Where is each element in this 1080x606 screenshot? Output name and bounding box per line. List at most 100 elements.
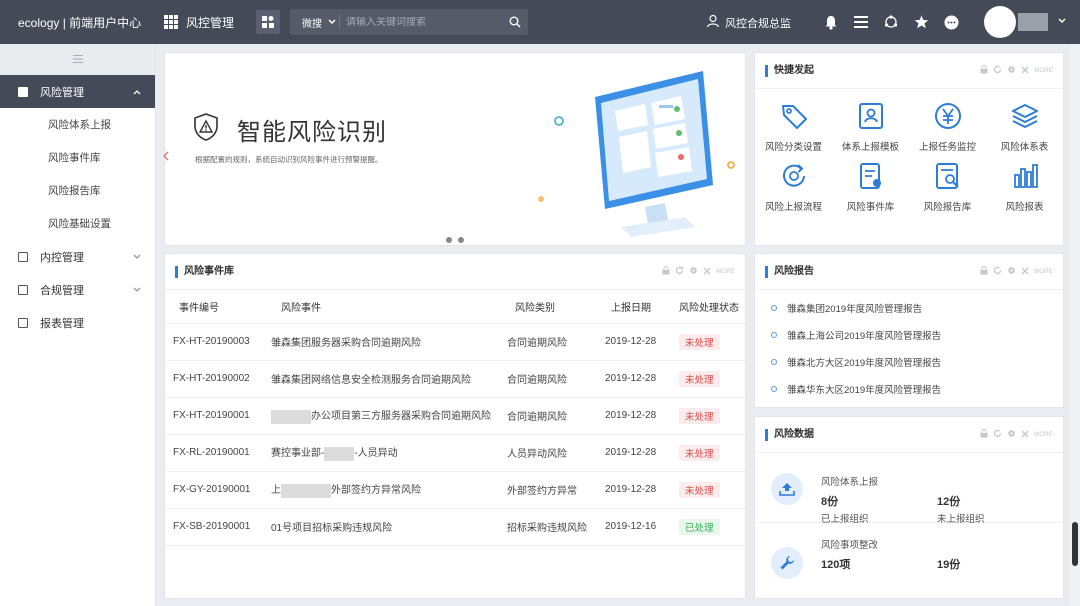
list-item[interactable]: 雏森华东大区2019年度风险管理报告 (755, 375, 1063, 402)
search-type-select[interactable]: 微搜 (290, 15, 340, 30)
table-row[interactable]: FX-GY-20190001 上 外部签约方异常风险 外部签约方异常 2019-1… (165, 471, 745, 509)
risk-data-value: 120项 (821, 559, 851, 571)
gear-icon[interactable] (1007, 266, 1016, 277)
event-category: 合同逾期风险 (507, 360, 605, 398)
sidebar-subitem-risk-system-report[interactable]: 风险体系上报 (0, 108, 155, 141)
module-switcher[interactable]: 风控管理 (156, 14, 256, 31)
carousel-dot[interactable] (446, 237, 452, 243)
refresh-icon[interactable] (993, 429, 1002, 440)
close-icon[interactable] (1021, 267, 1029, 277)
avatar[interactable] (984, 6, 1016, 38)
event-name-cell[interactable]: 赛控事业部- -人员异动 (271, 434, 507, 472)
event-name[interactable]: 01号项目招标采购违规风险 (271, 508, 507, 546)
sidebar-subitem-risk-report-library[interactable]: 风险报告库 (0, 174, 155, 207)
search-icon[interactable] (502, 16, 528, 28)
column-header-status[interactable]: 风险处理状态 (679, 290, 745, 324)
list-icon[interactable] (852, 13, 870, 31)
more-link[interactable]: MORE (1034, 269, 1053, 275)
table-row[interactable]: FX-SB-20190001 01号项目招标采购违规风险 招标采购违规风险 20… (165, 508, 745, 546)
event-category: 外部签约方异常 (507, 471, 605, 509)
column-header-date[interactable]: 上报日期 (605, 290, 679, 324)
bullet-icon (771, 358, 777, 365)
sidebar-item-compliance[interactable]: 合规管理 (0, 273, 155, 306)
quick-item[interactable]: 风险分类设置 (755, 99, 832, 153)
lock-icon[interactable] (662, 266, 670, 277)
quick-launch-grid: 风险分类设置 体系上报模板 上报任务监控 风险体系表 风险上报流程 风险事件库 … (755, 89, 1063, 213)
sidebar-subitem-risk-basic-settings[interactable]: 风险基础设置 (0, 207, 155, 240)
share-icon[interactable] (882, 13, 900, 31)
panel-title: 快捷发起 (765, 64, 814, 77)
gear-icon[interactable] (1007, 429, 1016, 440)
table-row[interactable]: FX-HT-20190003 雏森集团服务器采购合同逾期风险 合同逾期风险 20… (165, 323, 745, 361)
close-icon[interactable] (1021, 66, 1029, 76)
refresh-icon[interactable] (993, 65, 1002, 76)
status-badge: 已处理 (679, 518, 720, 535)
status-badge: 未处理 (679, 481, 720, 498)
column-header-id[interactable]: 事件编号 (165, 290, 271, 324)
sidebar-item-internal-control[interactable]: 内控管理 (0, 240, 155, 273)
table-row[interactable]: FX-RL-20190001 赛控事业部- -人员异动 人员异动风险 2019-1… (165, 434, 745, 472)
sidebar-item-reports[interactable]: 报表管理 (0, 306, 155, 339)
banner-title: 智能风险识别 (237, 119, 387, 146)
carousel-dots[interactable] (446, 237, 464, 243)
scrollbar-thumb[interactable] (1072, 522, 1078, 566)
page-scrollbar[interactable] (1070, 44, 1080, 606)
refresh-icon[interactable] (675, 266, 684, 277)
carousel-dot[interactable] (458, 237, 464, 243)
lock-icon[interactable] (980, 429, 988, 440)
risk-events-panel: 风险事件库 MORE 事件编号 风险事件 风险类别 上报日期 风险处理状态 FX… (164, 253, 746, 599)
list-item[interactable]: 雏森北方大区2019年度风险管理报告 (755, 348, 1063, 375)
status-badge: 未处理 (679, 407, 720, 424)
list-item[interactable]: 雏森集团2019年度风险管理报告 (755, 294, 1063, 321)
more-link[interactable]: MORE (1034, 68, 1053, 74)
more-link[interactable]: MORE (716, 269, 735, 275)
quick-item[interactable]: 风险事件库 (832, 159, 909, 213)
quick-item[interactable]: 风险上报流程 (755, 159, 832, 213)
brand-title[interactable]: ecology | 前端用户中心 (0, 14, 156, 31)
quick-launch-panel: 快捷发起 MORE 风险分类设置 体系上报模板 上报任务监控 风险体系表 风险上 (754, 52, 1064, 246)
table-row[interactable]: FX-HT-20190001 办公项目第三方服务器采购合同逾期风险 合同逾期风险… (165, 397, 745, 435)
star-icon[interactable] (912, 13, 930, 31)
apps-icon[interactable] (256, 10, 280, 34)
sidebar-subitem-risk-event-library[interactable]: 风险事件库 (0, 141, 155, 174)
lock-icon[interactable] (980, 266, 988, 277)
chat-icon[interactable] (942, 13, 960, 31)
risk-data-block[interactable]: 风险事项整改 120项 19份 (755, 523, 1063, 593)
user-name-masked[interactable] (1018, 13, 1048, 31)
lock-icon[interactable] (980, 65, 988, 76)
more-link[interactable]: MORE (1034, 432, 1053, 438)
close-icon[interactable] (1021, 430, 1029, 440)
panel-header: 风险事件库 MORE (165, 254, 745, 290)
column-header-category[interactable]: 风险类别 (507, 290, 605, 324)
event-category: 合同逾期风险 (507, 397, 605, 435)
folder-icon (18, 284, 28, 295)
refresh-icon[interactable] (993, 266, 1002, 277)
sidebar-collapse-button[interactable] (0, 44, 155, 75)
event-name[interactable]: 雏森集团服务器采购合同逾期风险 (271, 323, 507, 361)
chevron-left-icon[interactable] (163, 151, 169, 164)
risk-data-value: 12份 (937, 496, 961, 508)
banner-carousel[interactable]: 智能风险识别 根据配置的规则，系统自动识别风险事件进行预警提醒。 (163, 52, 746, 246)
quick-item[interactable]: 上报任务监控 (909, 99, 986, 153)
sidebar-item-label: 风险管理 (40, 86, 84, 99)
search-input[interactable] (340, 16, 502, 28)
list-item[interactable]: 雏森上海公司2019年度风险管理报告 (755, 321, 1063, 348)
quick-item[interactable]: 体系上报模板 (832, 99, 909, 153)
quick-item[interactable]: 风险报表 (986, 159, 1063, 213)
event-name-cell[interactable]: 上 外部签约方异常风险 (271, 471, 507, 509)
table-row[interactable]: FX-HT-20190002 雏森集团网络信息安全检测服务合同逾期风险 合同逾期… (165, 360, 745, 398)
column-header-event[interactable]: 风险事件 (271, 290, 507, 324)
quick-item[interactable]: 风险体系表 (986, 99, 1063, 153)
chevron-down-icon[interactable] (1058, 15, 1066, 27)
event-name-cell[interactable]: 办公项目第三方服务器采购合同逾期风险 (271, 397, 507, 435)
event-name[interactable]: 雏森集团网络信息安全检测服务合同逾期风险 (271, 360, 507, 398)
chevron-up-icon (133, 87, 141, 97)
role-switcher[interactable]: 风控合规总监 (706, 14, 791, 31)
risk-data-block[interactable]: 风险体系上报 8份 12份 已上报组织 未上报组织 (755, 453, 1063, 525)
bell-icon[interactable] (822, 13, 840, 31)
sidebar-item-risk-management[interactable]: 风险管理 (0, 75, 155, 108)
quick-item[interactable]: 风险报告库 (909, 159, 986, 213)
close-icon[interactable] (703, 267, 711, 277)
gear-icon[interactable] (689, 266, 698, 277)
gear-icon[interactable] (1007, 65, 1016, 76)
